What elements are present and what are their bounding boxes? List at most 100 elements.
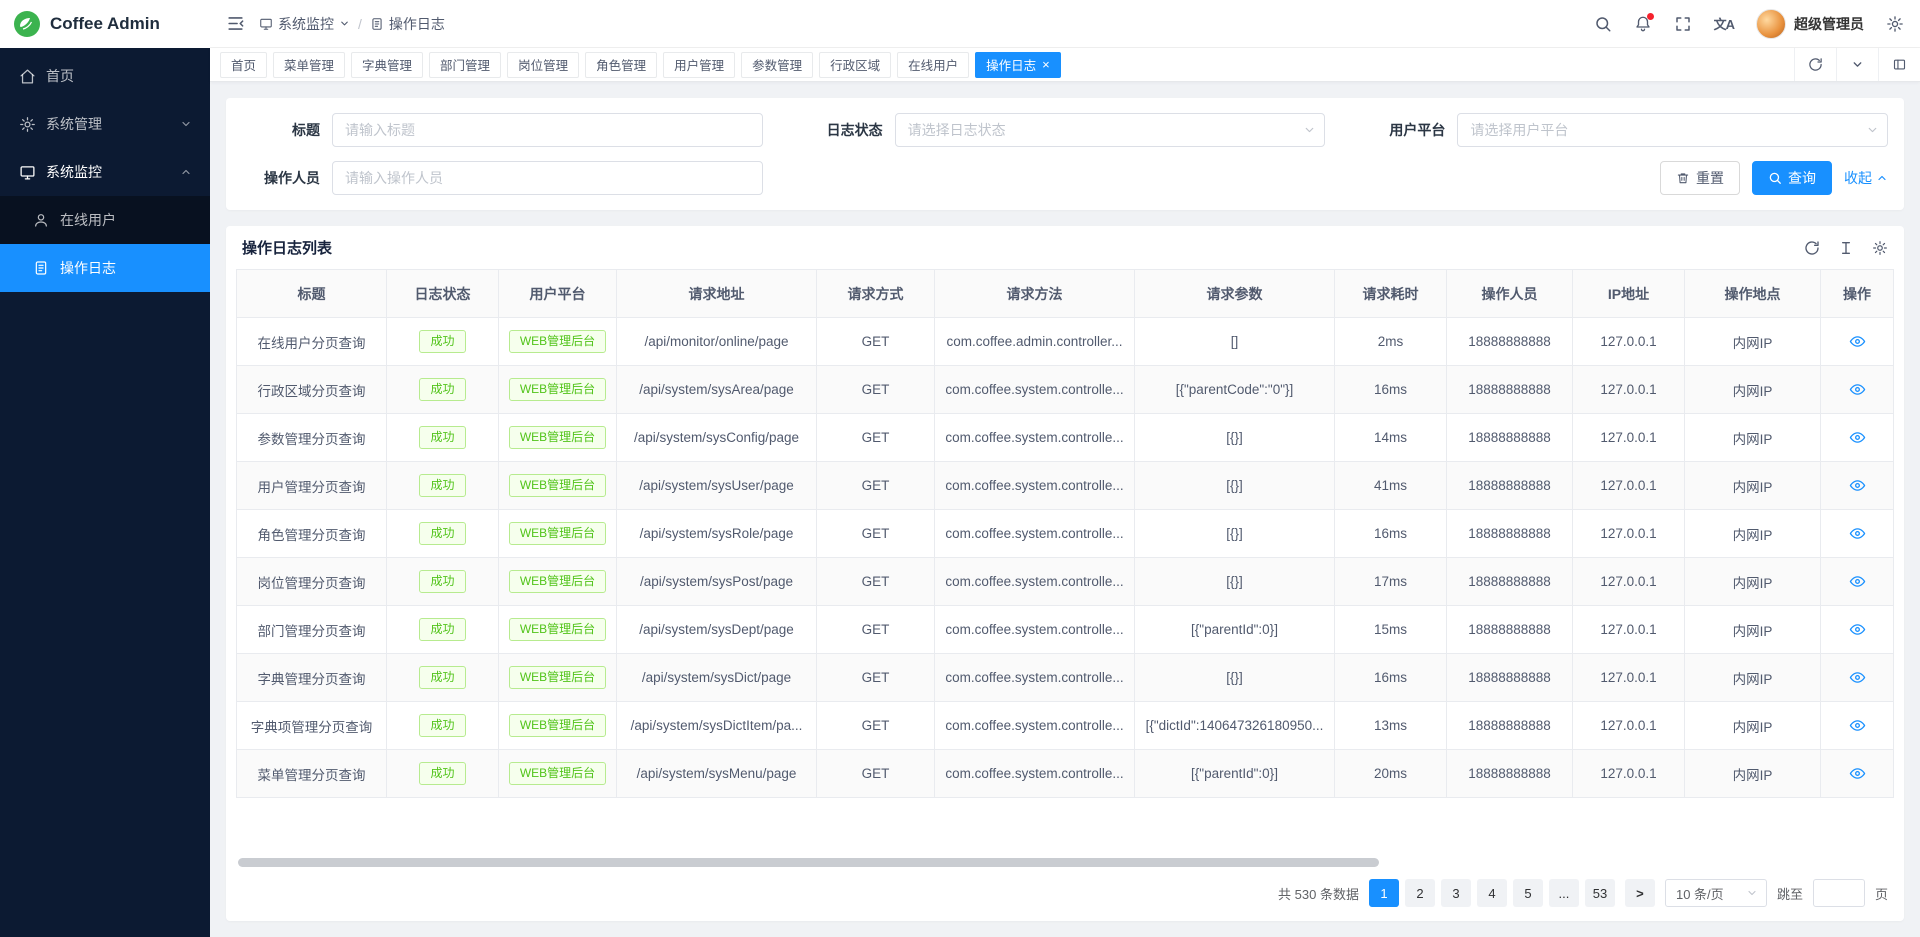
user-menu[interactable]: 超级管理员 [1756, 9, 1864, 39]
page-button[interactable]: 1 [1369, 879, 1399, 907]
view-detail-icon[interactable] [1849, 765, 1866, 782]
cell-func: com.coffee.system.controlle... [935, 366, 1135, 414]
log-status-select[interactable] [895, 113, 1326, 147]
cell-duration: 15ms [1335, 606, 1447, 654]
view-detail-icon[interactable] [1849, 477, 1866, 494]
breadcrumb-item-monitor[interactable]: 系统监控 [259, 14, 350, 34]
sidebar-item-online-user[interactable]: 在线用户 [0, 196, 210, 244]
title-input[interactable] [332, 113, 763, 147]
cell-status: 成功 [387, 558, 499, 606]
search-icon[interactable] [1594, 15, 1612, 33]
cell-status: 成功 [387, 366, 499, 414]
chevron-up-icon [180, 166, 192, 178]
logo-text: Coffee Admin [50, 14, 160, 34]
operator-input[interactable] [332, 161, 763, 195]
column-header: 操作人员 [1447, 270, 1573, 318]
tab-item[interactable]: 菜单管理 [273, 52, 345, 78]
table-row: 字典项管理分页查询成功WEB管理后台/api/system/sysDictIte… [237, 702, 1894, 750]
status-badge: 成功 [419, 666, 465, 690]
horizontal-scrollbar [238, 858, 1892, 867]
filter-field-status: 日志状态 [805, 113, 1326, 147]
cell-platform: WEB管理后台 [499, 318, 617, 366]
cell-duration: 13ms [1335, 702, 1447, 750]
cell-operator: 18888888888 [1447, 366, 1573, 414]
cell-func: com.coffee.system.controlle... [935, 702, 1135, 750]
cell-url: /api/system/sysDept/page [617, 606, 817, 654]
column-settings-gear-icon[interactable] [1872, 240, 1888, 256]
cell-location: 内网IP [1685, 702, 1821, 750]
cell-status: 成功 [387, 654, 499, 702]
row-height-icon[interactable] [1838, 240, 1854, 256]
tab-item[interactable]: 用户管理 [663, 52, 735, 78]
layout-icon[interactable] [1878, 48, 1920, 81]
page-ellipsis[interactable]: ... [1549, 879, 1579, 907]
cell-params: [{}] [1135, 414, 1335, 462]
logo-icon [14, 11, 40, 37]
status-badge: 成功 [419, 378, 465, 402]
view-detail-icon[interactable] [1849, 717, 1866, 734]
page-button[interactable]: 5 [1513, 879, 1543, 907]
collapse-filter-link[interactable]: 收起 [1844, 168, 1888, 188]
view-detail-icon[interactable] [1849, 381, 1866, 398]
chevron-down-icon [1303, 124, 1316, 137]
settings-gear-icon[interactable] [1886, 15, 1904, 33]
view-detail-icon[interactable] [1849, 621, 1866, 638]
refresh-icon[interactable] [1804, 240, 1820, 256]
view-detail-icon[interactable] [1849, 669, 1866, 686]
cell-ip: 127.0.0.1 [1573, 462, 1685, 510]
tab-item[interactable]: 在线用户 [897, 52, 969, 78]
collapse-sidebar-icon[interactable] [226, 14, 245, 33]
sidebar-item-op-log[interactable]: 操作日志 [0, 244, 210, 292]
jump-prefix-label: 跳至 [1777, 884, 1803, 903]
page-button[interactable]: 2 [1405, 879, 1435, 907]
tab-item[interactable]: 参数管理 [741, 52, 813, 78]
field-label: 用户平台 [1367, 120, 1445, 140]
refresh-icon[interactable] [1794, 48, 1836, 81]
notification-bell-icon[interactable] [1634, 15, 1652, 33]
page-button[interactable]: 4 [1477, 879, 1507, 907]
tab-item[interactable]: 首页 [220, 52, 267, 78]
cell-status: 成功 [387, 414, 499, 462]
tab-item[interactable]: 行政区域 [819, 52, 891, 78]
reset-button[interactable]: 重置 [1660, 161, 1740, 195]
scrollbar-thumb[interactable] [238, 858, 1379, 867]
cell-status: 成功 [387, 702, 499, 750]
view-detail-icon[interactable] [1849, 333, 1866, 350]
user-platform-select[interactable] [1457, 113, 1888, 147]
cell-platform: WEB管理后台 [499, 606, 617, 654]
search-button[interactable]: 查询 [1752, 161, 1832, 195]
sidebar-item-home[interactable]: 首页 [0, 52, 210, 100]
sidebar-item-monitor[interactable]: 系统监控 [0, 148, 210, 196]
breadcrumb-label: 操作日志 [389, 14, 445, 34]
page-button[interactable]: 53 [1585, 879, 1615, 907]
tab-item[interactable]: 部门管理 [429, 52, 501, 78]
jump-page-input[interactable] [1813, 879, 1865, 907]
cell-location: 内网IP [1685, 366, 1821, 414]
sidebar-item-system[interactable]: 系统管理 [0, 100, 210, 148]
status-badge: 成功 [419, 330, 465, 354]
view-detail-icon[interactable] [1849, 429, 1866, 446]
tab-item[interactable]: 字典管理 [351, 52, 423, 78]
translate-icon[interactable]: 文A [1714, 14, 1734, 33]
tab-item[interactable]: 岗位管理 [507, 52, 579, 78]
tab-item[interactable]: 角色管理 [585, 52, 657, 78]
view-detail-icon[interactable] [1849, 525, 1866, 542]
cell-url: /api/system/sysRole/page [617, 510, 817, 558]
cell-title: 参数管理分页查询 [237, 414, 387, 462]
chevron-down-icon[interactable] [1836, 48, 1878, 81]
page-size-select[interactable] [1665, 879, 1767, 907]
platform-badge: WEB管理后台 [509, 378, 606, 402]
cell-func: com.coffee.system.controlle... [935, 462, 1135, 510]
cell-func: com.coffee.system.controlle... [935, 606, 1135, 654]
cell-action [1821, 702, 1894, 750]
cell-operator: 18888888888 [1447, 462, 1573, 510]
tab-item[interactable]: 操作日志× [975, 52, 1061, 78]
platform-badge: WEB管理后台 [509, 714, 606, 738]
page-button[interactable]: 3 [1441, 879, 1471, 907]
next-page-button[interactable]: > [1625, 879, 1655, 907]
cell-url: /api/system/sysArea/page [617, 366, 817, 414]
fullscreen-icon[interactable] [1674, 15, 1692, 33]
filter-actions: 重置 查询 收起 [805, 161, 1888, 195]
tab-close-icon[interactable]: × [1042, 58, 1050, 71]
view-detail-icon[interactable] [1849, 573, 1866, 590]
